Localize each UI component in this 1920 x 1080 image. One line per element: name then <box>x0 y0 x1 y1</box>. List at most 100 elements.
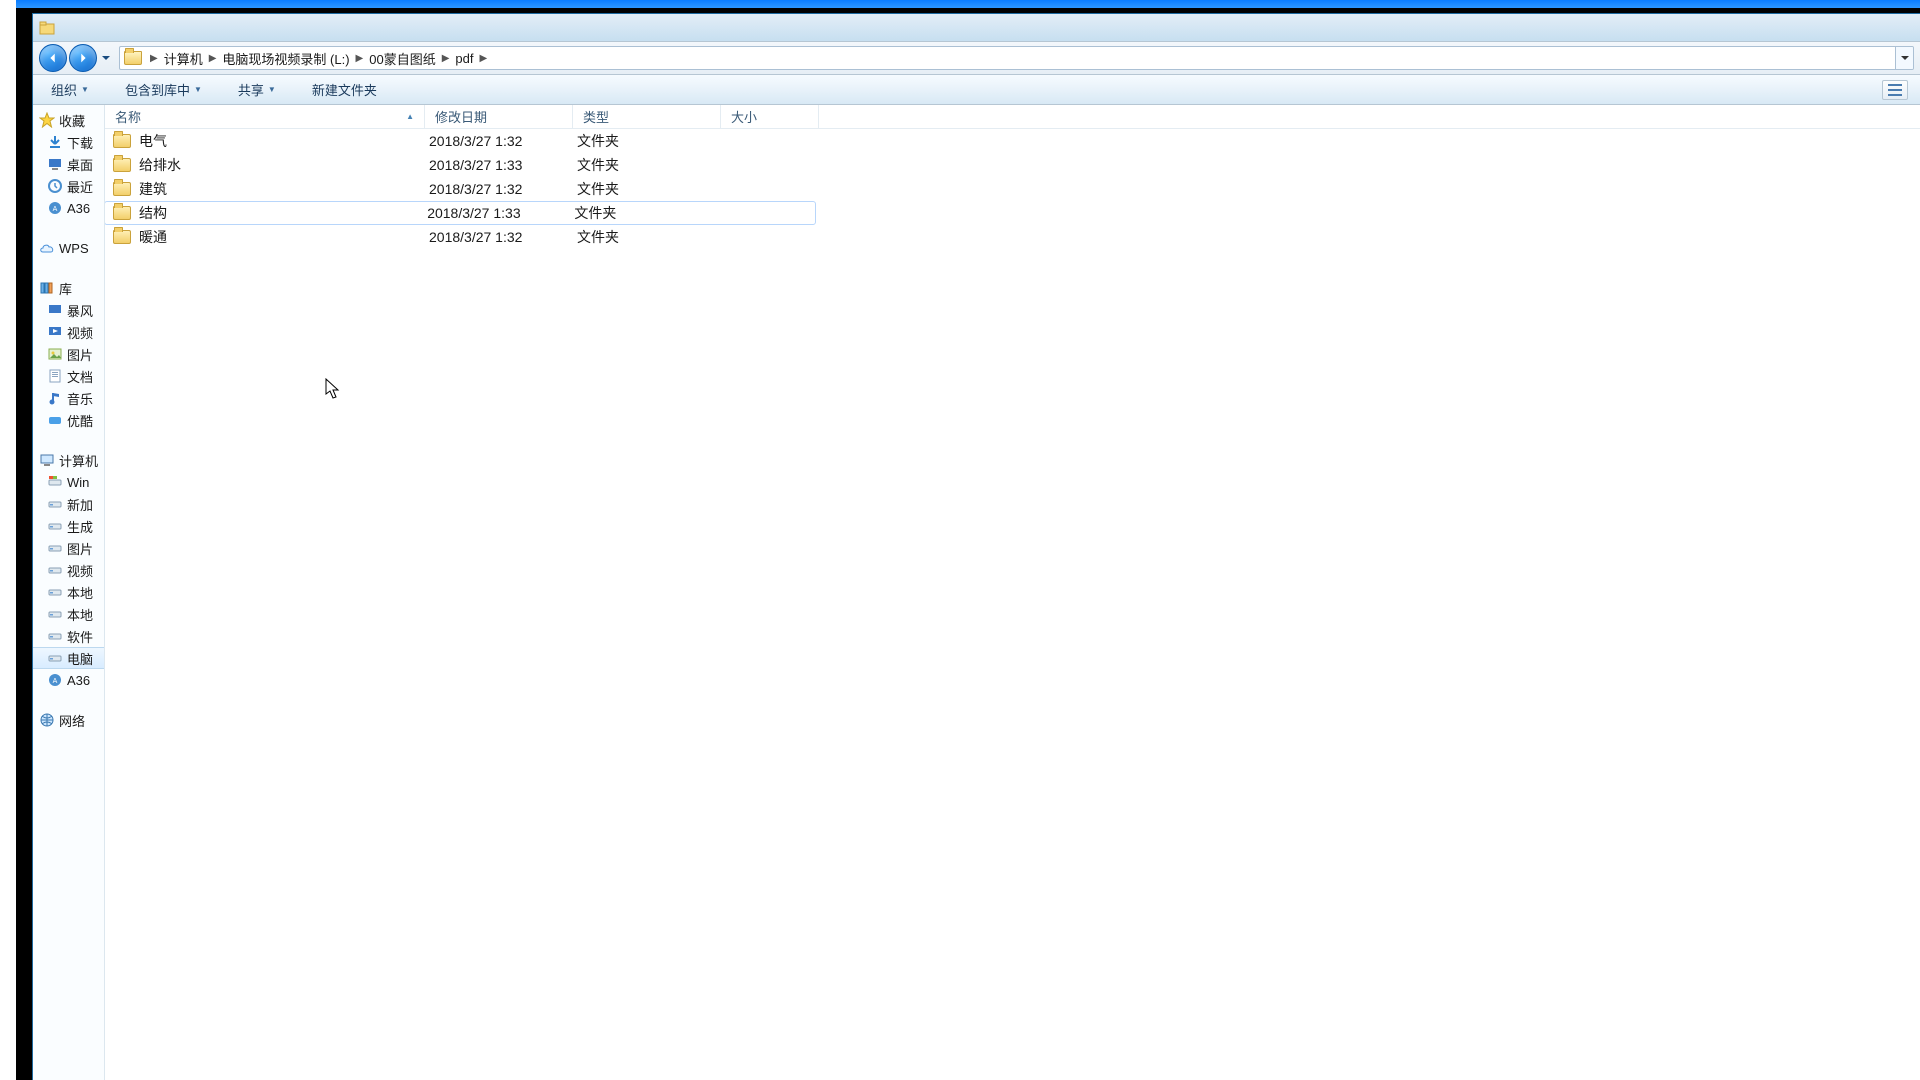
crumb-computer[interactable]: 计算机 <box>162 47 205 69</box>
sidebar-item-label: 桌面 <box>67 155 93 174</box>
sidebar-drive-item[interactable]: 本地 <box>33 581 104 603</box>
col-header-type[interactable]: 类型 <box>573 105 721 128</box>
sidebar-fav-item[interactable]: A A36 <box>33 197 104 219</box>
col-date-label: 修改日期 <box>435 107 487 126</box>
sidebar-drive-item[interactable]: 电脑 <box>33 647 104 669</box>
libraries-label: 库 <box>59 279 72 298</box>
sidebar-item-label: 图片 <box>67 345 93 364</box>
network-header[interactable]: 网络 <box>33 709 104 731</box>
view-options-button[interactable] <box>1882 80 1908 100</box>
navigation-pane[interactable]: 收藏 下载桌面最近AA36 WPS 库 暴风视频图片文档音乐优酷 <box>33 105 105 1080</box>
sidebar-lib-item[interactable]: 文档 <box>33 365 104 387</box>
table-row[interactable]: 给排水 2018/3/27 1:33文件夹 <box>105 153 1920 177</box>
sidebar-lib-item[interactable]: 暴风 <box>33 299 104 321</box>
row-date: 2018/3/27 1:33 <box>425 157 573 173</box>
include-label: 包含到库中 <box>125 80 190 99</box>
sidebar-lib-item[interactable]: 音乐 <box>33 387 104 409</box>
title-bar[interactable] <box>33 14 1920 42</box>
sidebar-lib-item[interactable]: 优酷 <box>33 409 104 431</box>
sidebar-item-label: 视频 <box>67 561 93 580</box>
svg-text:A: A <box>53 206 58 213</box>
computer-label: 计算机 <box>59 451 98 470</box>
crumb-folder-1[interactable]: 00蒙自图纸 <box>367 47 437 69</box>
libraries-header[interactable]: 库 <box>33 277 104 299</box>
breadcrumb-dropdown[interactable] <box>1895 46 1913 70</box>
drive-icon <box>47 628 63 644</box>
crumb-folder-2[interactable]: pdf <box>453 47 475 69</box>
drive-icon <box>47 584 63 600</box>
favorites-label: 收藏 <box>59 111 85 130</box>
sidebar-drive-item[interactable]: 新加 <box>33 493 104 515</box>
sidebar-drive-item[interactable]: 生成 <box>33 515 104 537</box>
sidebar-item-label: A36 <box>67 673 90 688</box>
command-bar: 组织 ▼ 包含到库中 ▼ 共享 ▼ 新建文件夹 <box>33 75 1920 105</box>
drive-icon <box>47 540 63 556</box>
sidebar-icon <box>47 368 63 384</box>
sidebar-item-label: Win <box>67 475 89 490</box>
favorites-header[interactable]: 收藏 <box>33 109 104 131</box>
sidebar-drive-item[interactable]: 本地 <box>33 603 104 625</box>
sidebar-lib-item[interactable]: 视频 <box>33 321 104 343</box>
drive-icon <box>47 496 63 512</box>
main-area: 收藏 下载桌面最近AA36 WPS 库 暴风视频图片文档音乐优酷 <box>33 105 1920 1080</box>
sidebar-fav-item[interactable]: 下载 <box>33 131 104 153</box>
col-header-size[interactable]: 大小 <box>721 105 819 128</box>
sidebar-drive-item[interactable]: 视频 <box>33 559 104 581</box>
sidebar-item-label: 音乐 <box>67 389 93 408</box>
nav-history-dropdown[interactable] <box>99 48 113 68</box>
sidebar-icon <box>47 178 63 194</box>
drive-icon <box>47 474 63 490</box>
organize-label: 组织 <box>51 80 77 99</box>
sidebar-fav-item[interactable]: 最近 <box>33 175 104 197</box>
file-list[interactable]: 名称 ▲ 修改日期 类型 大小 电气2018/3/27 1:32文件夹给排水2 <box>105 105 1920 1080</box>
row-type: 文件夹 <box>573 131 721 151</box>
include-in-library-menu[interactable]: 包含到库中 ▼ <box>119 78 208 101</box>
chevron-down-icon: ▼ <box>268 85 276 94</box>
table-row[interactable]: 结构2018/3/27 1:33文件夹 <box>105 201 816 225</box>
drive-icon <box>47 650 63 666</box>
sidebar-icon <box>47 156 63 172</box>
sidebar-drive-item[interactable]: AA36 <box>33 669 104 691</box>
network-label: 网络 <box>59 711 85 730</box>
sidebar-drive-item[interactable]: 软件 <box>33 625 104 647</box>
table-row[interactable]: 暖通2018/3/27 1:32文件夹 <box>105 225 1920 249</box>
cursor-icon <box>325 378 341 400</box>
star-icon <box>39 112 55 128</box>
new-folder-label: 新建文件夹 <box>312 80 377 99</box>
cloud-icon <box>39 240 55 256</box>
sidebar-drive-item[interactable]: 图片 <box>33 537 104 559</box>
sidebar-item-label: A36 <box>67 201 90 216</box>
sidebar-drive-item[interactable]: Win <box>33 471 104 493</box>
col-size-label: 大小 <box>731 107 757 126</box>
row-name: 暖通 <box>139 227 167 247</box>
wps-cloud[interactable]: WPS <box>33 237 104 259</box>
sidebar-item-label: 软件 <box>67 627 93 646</box>
address-bar[interactable]: ▶ 计算机 ▶ 电脑现场视频录制 (L:) ▶ 00蒙自图纸 ▶ pdf ▶ <box>119 46 1914 70</box>
computer-icon <box>39 452 55 468</box>
share-menu[interactable]: 共享 ▼ <box>232 78 282 101</box>
computer-header[interactable]: 计算机 <box>33 449 104 471</box>
table-row[interactable]: 建筑2018/3/27 1:32文件夹 <box>105 177 1920 201</box>
row-type: 文件夹 <box>573 155 721 175</box>
organize-menu[interactable]: 组织 ▼ <box>45 78 95 101</box>
new-folder-button[interactable]: 新建文件夹 <box>306 78 383 101</box>
network-icon <box>39 712 55 728</box>
table-row[interactable]: 电气2018/3/27 1:32文件夹 <box>105 129 1920 153</box>
library-icon <box>39 280 55 296</box>
sidebar-fav-item[interactable]: 桌面 <box>33 153 104 175</box>
col-header-name[interactable]: 名称 ▲ <box>105 105 425 128</box>
row-type: 文件夹 <box>570 203 717 223</box>
back-button[interactable] <box>39 44 67 72</box>
col-header-date[interactable]: 修改日期 <box>425 105 573 128</box>
crumb-drive[interactable]: 电脑现场视频录制 (L:) <box>220 47 351 69</box>
forward-button[interactable] <box>69 44 97 72</box>
chevron-down-icon: ▼ <box>81 85 89 94</box>
sidebar-item-label: 本地 <box>67 583 93 602</box>
col-name-label: 名称 <box>115 107 141 126</box>
sidebar-lib-item[interactable]: 图片 <box>33 343 104 365</box>
row-name: 电气 <box>139 131 167 151</box>
sidebar-icon <box>47 324 63 340</box>
sidebar-icon <box>47 390 63 406</box>
row-name: 给排水 <box>139 155 181 175</box>
nav-bar: ▶ 计算机 ▶ 电脑现场视频录制 (L:) ▶ 00蒙自图纸 ▶ pdf ▶ <box>33 42 1920 75</box>
